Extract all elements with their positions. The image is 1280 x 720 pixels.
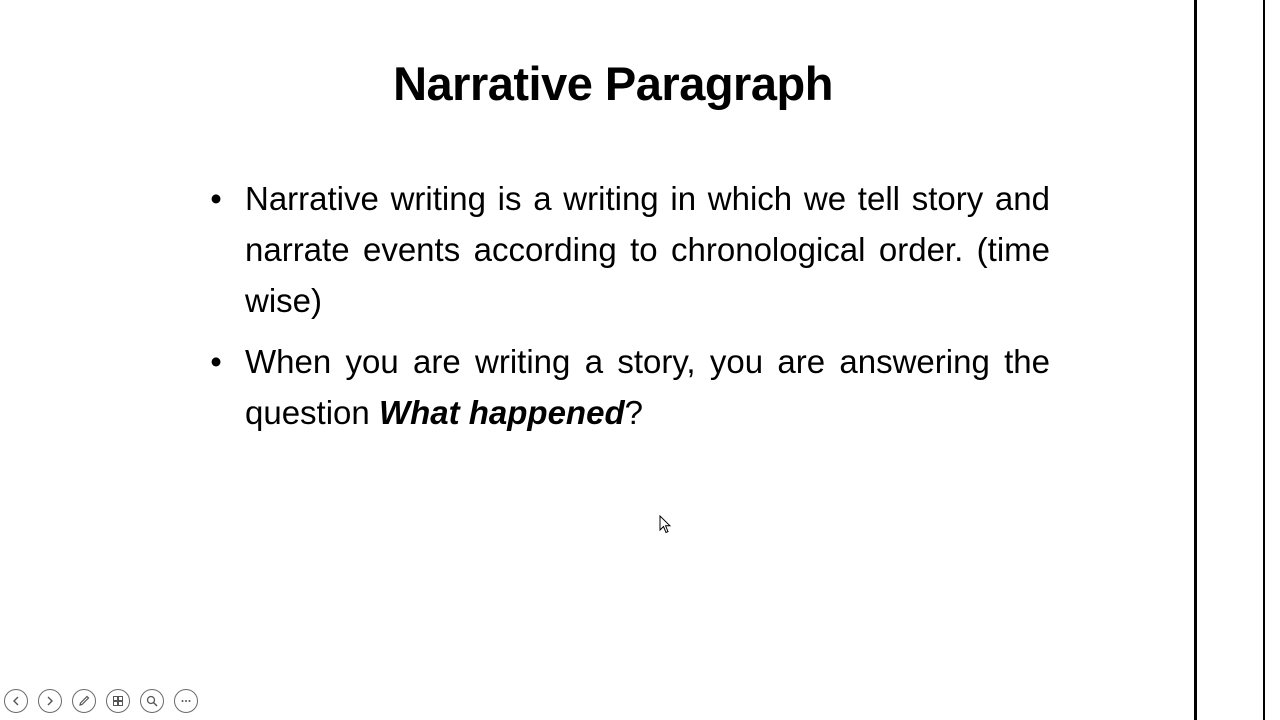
- bullet-marker: •: [210, 343, 222, 380]
- bullet-text-after: ?: [624, 394, 643, 431]
- next-slide-button[interactable]: [38, 689, 62, 713]
- slide-title: Narrative Paragraph: [393, 57, 833, 110]
- bullet-text: Narrative writing is a writing in which …: [245, 180, 1050, 319]
- bullet-emphasis: What happened: [378, 394, 625, 431]
- bullet-item: • Narrative writing is a writing in whic…: [205, 173, 1050, 326]
- bullet-text: When you are writing a story, you are an…: [245, 343, 1050, 431]
- slides-grid-icon: [113, 696, 123, 706]
- presentation-window: Narrative Paragraph • Narrative writing …: [0, 0, 1280, 720]
- bullet-marker: •: [210, 180, 222, 217]
- arrow-left-icon: [13, 696, 19, 706]
- previous-slide-button[interactable]: [4, 689, 28, 713]
- mouse-cursor-icon: [659, 515, 671, 534]
- slideshow-toolbar: [4, 689, 198, 715]
- slide: Narrative Paragraph • Narrative writing …: [0, 0, 1194, 720]
- see-all-slides-button[interactable]: [106, 689, 130, 713]
- pen-icon: [79, 695, 90, 706]
- window-border-line: [1194, 0, 1197, 720]
- bullet-item: • When you are writing a story, you are …: [205, 336, 1050, 438]
- arrow-right-icon: [47, 696, 53, 706]
- window-border-line: [1263, 0, 1265, 720]
- pen-tool-button[interactable]: [72, 689, 96, 713]
- bullet-text-before: When you are writing a story, you are an…: [245, 343, 1050, 431]
- bullet-list: • Narrative writing is a writing in whic…: [205, 173, 1050, 448]
- ellipsis-icon: [181, 700, 191, 702]
- more-options-button[interactable]: [174, 689, 198, 713]
- magnifier-icon: [146, 695, 158, 707]
- zoom-button[interactable]: [140, 689, 164, 713]
